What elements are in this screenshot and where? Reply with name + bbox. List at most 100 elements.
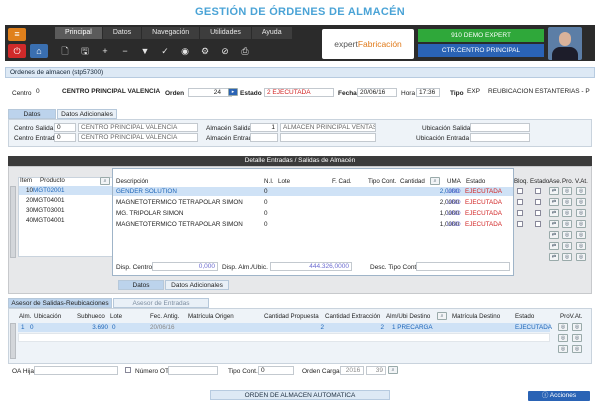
settings-icon[interactable]: ⚙ — [195, 43, 215, 59]
menu-ayuda[interactable]: Ayuda — [251, 27, 292, 39]
cancel-icon[interactable]: ⊘ — [215, 43, 235, 59]
bloq-checkbox[interactable] — [517, 221, 523, 227]
hora-field[interactable]: 17:36 — [416, 88, 440, 97]
item-row[interactable]: 40MGT04001 — [19, 216, 113, 225]
asesor-icon[interactable]: ⇄ — [549, 231, 559, 239]
prov-icon[interactable]: ◎ — [558, 345, 568, 353]
menu-principal[interactable]: Principal — [55, 27, 102, 39]
asesor-icon[interactable]: ⇄ — [549, 209, 559, 217]
orden-field[interactable]: 24 — [188, 88, 232, 97]
process-icon[interactable]: ◎ — [562, 253, 572, 261]
filter-icon[interactable]: ▼ — [135, 43, 155, 59]
numero-ot-checkbox[interactable] — [125, 367, 131, 373]
bloq-header: Bloq. — [514, 178, 529, 185]
print-icon[interactable]: ⎙ — [235, 43, 255, 59]
view-icon[interactable]: ◎ — [576, 187, 586, 195]
producto-search-icon[interactable]: ⌕ — [100, 177, 110, 185]
asesor-icon[interactable]: ⇄ — [549, 187, 559, 195]
view-icon[interactable]: ◎ — [576, 220, 586, 228]
destino-search-icon[interactable]: ⌕ — [437, 312, 447, 320]
bloq-checkbox[interactable] — [517, 188, 523, 194]
confirm-icon[interactable]: ◉ — [175, 43, 195, 59]
view-icon[interactable]: ◎ — [576, 198, 586, 206]
line-row[interactable]: MAGNETOTERMICO TETRAPOLAR SIMON 0 2,0000… — [113, 198, 513, 207]
ubicacion-entrada-field[interactable] — [470, 133, 530, 142]
asesor-icon[interactable]: ⇄ — [549, 198, 559, 206]
numero-ot-field[interactable] — [168, 366, 218, 375]
almacen-salida-code[interactable]: 1 — [250, 123, 278, 132]
asesor-icon[interactable]: ⇄ — [549, 253, 559, 261]
asesor-row[interactable]: 1 0 3.690 0 20/06/16 2 2 1 PRECARGA EJEC… — [18, 323, 552, 332]
process-icon[interactable]: ◎ — [562, 187, 572, 195]
asesor-icon[interactable]: ⇄ — [549, 242, 559, 250]
menu-navegacion[interactable]: Navegación — [142, 27, 200, 39]
estado-checkbox[interactable] — [535, 199, 541, 205]
process-icon[interactable]: ◎ — [562, 209, 572, 217]
hora-label: Hora — [401, 90, 416, 97]
estado-checkbox[interactable] — [535, 188, 541, 194]
view-icon[interactable]: ◎ — [576, 253, 586, 261]
item-row[interactable]: 20MGT04001 — [19, 196, 113, 205]
view-icon[interactable]: ◎ — [576, 231, 586, 239]
centro-entrada-code[interactable]: 0 — [54, 133, 76, 142]
tab-lines-datos[interactable]: Datos — [118, 280, 164, 290]
cantidad-extraccion-header: Cantidad Extracción — [325, 313, 381, 320]
prov-icon[interactable]: ◎ — [558, 323, 568, 331]
estado-checkbox[interactable] — [535, 210, 541, 216]
centro-salida-code[interactable]: 0 — [54, 123, 76, 132]
process-icon[interactable]: ◎ — [562, 242, 572, 250]
remove-icon[interactable]: − — [115, 43, 135, 59]
item-row[interactable]: 30MGT03001 — [19, 206, 113, 215]
acciones-button[interactable]: ⓘ Acciones — [528, 391, 590, 401]
vat-icon[interactable]: ◎ — [572, 345, 582, 353]
line-row[interactable]: GENDER SOLUTION 0 2,0000 UND EJECUTADA — [113, 187, 513, 196]
new-document-icon[interactable]: 🗋 — [55, 43, 75, 59]
tab-datos[interactable]: Datos — [8, 109, 56, 119]
process-icon[interactable]: ◎ — [562, 231, 572, 239]
power-icon[interactable]: ⏻ — [8, 44, 26, 58]
center-badge[interactable]: CTR.CENTRO PRINCIPAL — [418, 44, 544, 57]
tab-asesor-salidas[interactable]: Asesor de Salidas-Reubicaciones — [8, 298, 112, 308]
process-icon[interactable]: ◎ — [562, 198, 572, 206]
asesor-scrollbar[interactable] — [10, 323, 16, 359]
company-badge[interactable]: 910 DEMO EXPERT — [418, 29, 544, 42]
estado-checkbox[interactable] — [535, 221, 541, 227]
prov-icon[interactable]: ◎ — [558, 334, 568, 342]
check-icon[interactable]: ✓ — [155, 43, 175, 59]
bloq-checkbox[interactable] — [517, 210, 523, 216]
view-icon[interactable]: ◎ — [576, 242, 586, 250]
almacen-entrada-code[interactable] — [250, 133, 278, 142]
orden-carga-search-icon[interactable]: ⌕ — [388, 366, 398, 374]
tab-lines-datos-adicionales[interactable]: Datos Adicionales — [165, 280, 229, 290]
view-icon[interactable]: ◎ — [576, 209, 586, 217]
almacen-entrada-label: Almacén Entrada — [206, 135, 256, 142]
process-icon[interactable]: ◎ — [562, 220, 572, 228]
orden-carga-number[interactable]: 39 — [366, 366, 386, 375]
vat-icon[interactable]: ◎ — [572, 323, 582, 331]
items-scrollbar[interactable] — [10, 186, 16, 258]
menu-datos[interactable]: Datos — [102, 27, 142, 39]
asesor-icon[interactable]: ⇄ — [549, 220, 559, 228]
line-row[interactable]: MG. TRIPOLAR SIMON 0 1,0000 UND EJECUTAD… — [113, 209, 513, 218]
ubicacion-salida-field[interactable] — [470, 123, 530, 132]
oa-hija-field[interactable] — [34, 366, 118, 375]
fecha-field[interactable]: 20/06/16 — [357, 88, 397, 97]
save-icon[interactable]: 🖫 — [75, 43, 95, 59]
item-row[interactable]: 10MGT02001 — [19, 186, 113, 195]
orden-carga-year[interactable]: 2016 — [340, 366, 364, 375]
centro-code[interactable]: 0 — [34, 88, 56, 97]
orden-lookup-icon[interactable]: ▸ — [228, 88, 238, 96]
user-avatar[interactable] — [548, 27, 582, 60]
tab-datos-adicionales[interactable]: Datos Adicionales — [57, 109, 117, 119]
add-icon[interactable]: + — [95, 43, 115, 59]
vat-icon[interactable]: ◎ — [572, 334, 582, 342]
tab-asesor-entradas[interactable]: Asesor de Entradas — [113, 298, 209, 308]
cantidad-search-icon[interactable]: ⌕ — [430, 177, 440, 185]
menu-utilidades[interactable]: Utilidades — [200, 27, 251, 39]
home-icon[interactable]: ⌂ — [30, 44, 48, 58]
tipo-code[interactable]: EXP — [465, 88, 487, 97]
tipo-cont-field[interactable]: 0 — [258, 366, 294, 375]
hamburger-menu-icon[interactable]: ≡ — [8, 28, 26, 41]
bloq-checkbox[interactable] — [517, 199, 523, 205]
line-row[interactable]: MAGNETOTERMICO TETRAPOLAR SIMON 0 1,0000… — [113, 220, 513, 229]
